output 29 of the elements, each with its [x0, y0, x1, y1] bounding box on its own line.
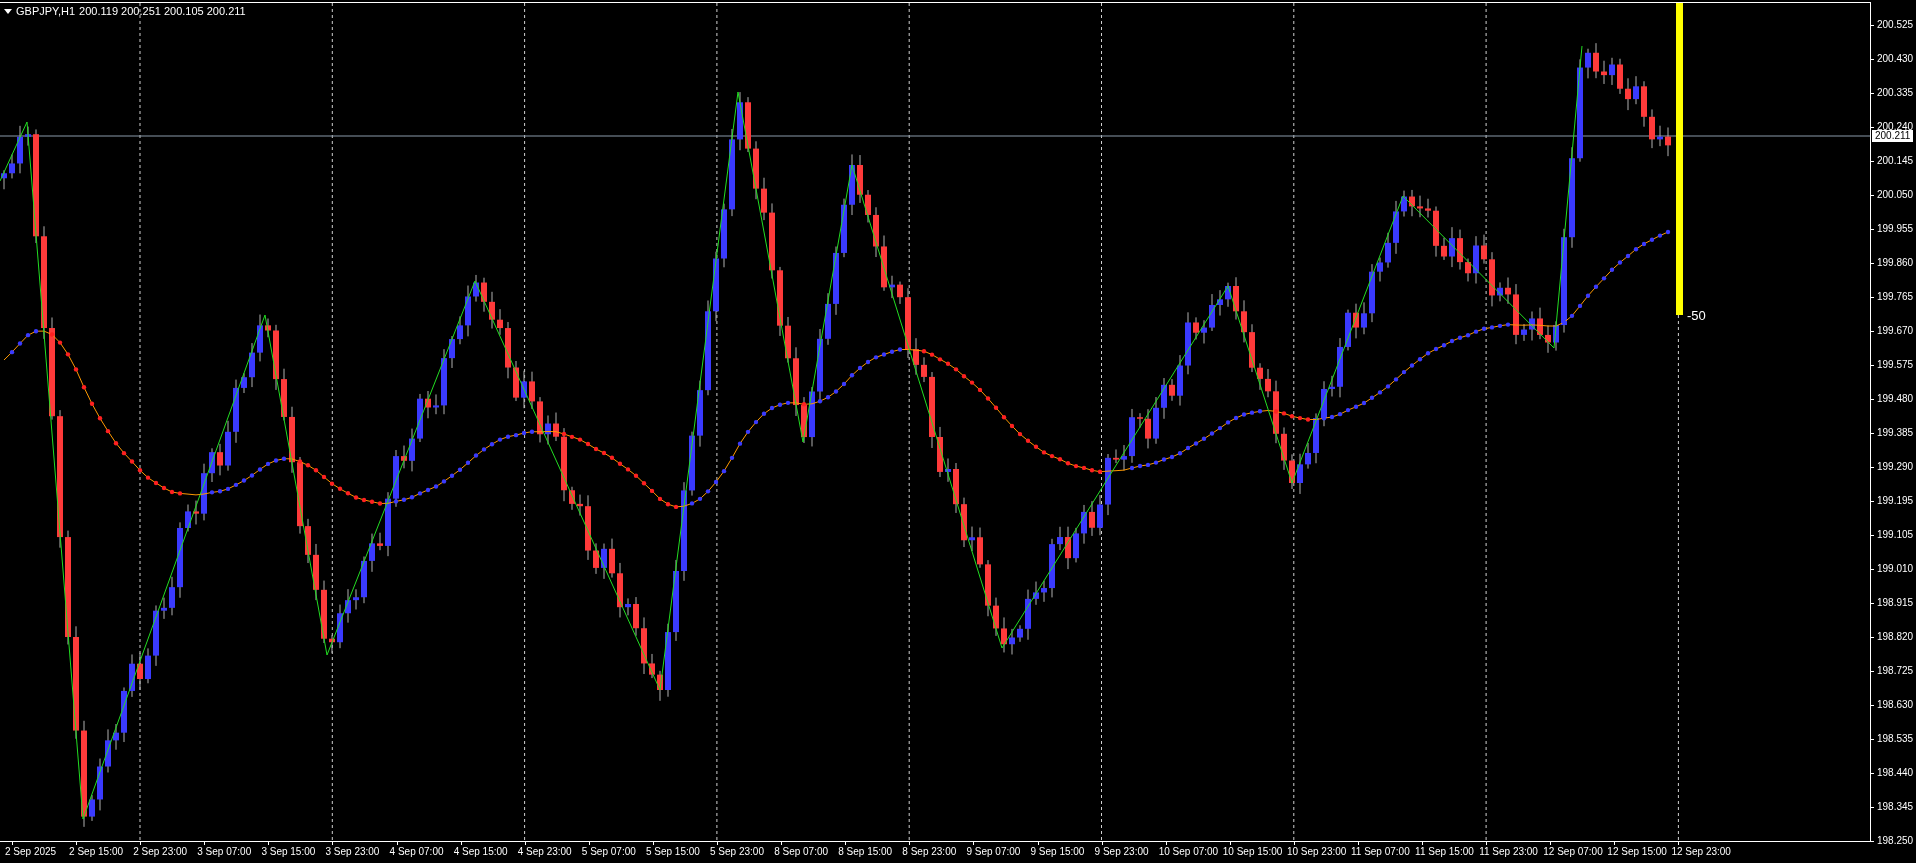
price-tick-label: 199.670: [1871, 324, 1914, 336]
chart-symbol: GBPJPY,H1: [16, 5, 76, 17]
price-tick-label: 199.575: [1871, 358, 1914, 370]
price-tick-label: 200.050: [1871, 188, 1914, 200]
price-tick-label: 200.525: [1871, 18, 1914, 30]
price-tick-label: 199.290: [1871, 460, 1914, 472]
price-tick-label: 198.915: [1871, 596, 1914, 608]
indicator-value: -50: [1687, 308, 1706, 323]
current-price-label: 200.211: [1872, 130, 1914, 142]
price-tick-label: 199.955: [1871, 222, 1914, 234]
price-tick-label: 200.430: [1871, 52, 1914, 64]
price-tick-label: 199.480: [1871, 392, 1914, 404]
price-tick-label: 198.535: [1871, 732, 1914, 744]
price-tick-label: 199.765: [1871, 290, 1914, 302]
price-tick-label: 198.725: [1871, 664, 1914, 676]
price-tick-label: 199.195: [1871, 494, 1914, 506]
price-tick-label: 199.385: [1871, 426, 1914, 438]
price-tick-label: 198.440: [1871, 766, 1914, 778]
price-tick-label: 199.860: [1871, 256, 1914, 268]
price-tick-label: 199.105: [1871, 528, 1914, 540]
price-tick-label: 198.250: [1871, 834, 1914, 846]
price-tick-label: 198.630: [1871, 698, 1914, 710]
price-tick-label: 198.345: [1871, 800, 1914, 812]
price-quote: 200.119 200.251 200.105 200.211: [79, 5, 246, 17]
price-tick-label: 199.010: [1871, 562, 1914, 574]
price-tick-label: 200.145: [1871, 154, 1914, 166]
price-tick-label: 200.335: [1871, 86, 1914, 98]
price-tick-label: 198.820: [1871, 630, 1914, 642]
price-tick-label: 200.240: [1871, 120, 1914, 132]
